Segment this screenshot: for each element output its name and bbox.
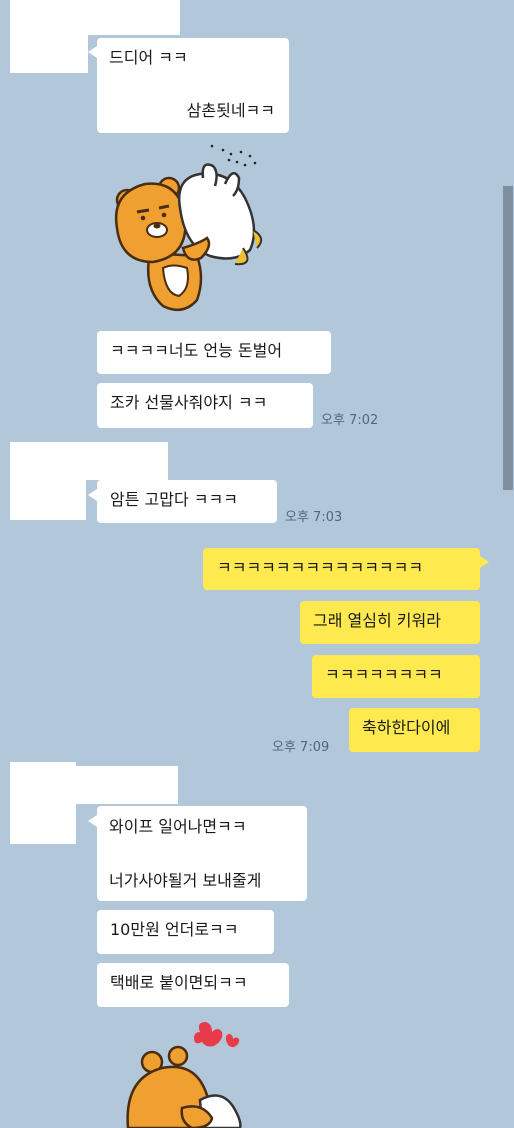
- profile-mask: [86, 442, 168, 480]
- bubble-tail: [88, 46, 97, 58]
- my-message-bubble[interactable]: 축하한다이에: [349, 708, 480, 752]
- profile-mask: [10, 442, 86, 520]
- message-bubble[interactable]: ㅋㅋㅋㅋ너도 언능 돈벌어: [97, 331, 331, 374]
- message-text: ㅋㅋㅋㅋㅋㅋㅋㅋ: [325, 665, 443, 684]
- message-timestamp: 오후 7:09: [272, 740, 330, 755]
- profile-mask: [10, 30, 88, 73]
- profile-mask: [76, 766, 178, 804]
- message-text: 드디어 ㅋㅋ: [109, 48, 188, 67]
- message-text: 10만원 언더로ㅋㅋ: [110, 920, 239, 939]
- bear-with-hearts-sticker[interactable]: [122, 1018, 262, 1128]
- message-text: 암튼 고맙다 ㅋㅋㅋ: [110, 490, 238, 509]
- bubble-tail: [88, 489, 97, 501]
- message-text: 너가사야될거 보내줄게: [109, 871, 262, 890]
- my-message-bubble[interactable]: ㅋㅋㅋㅋㅋㅋㅋㅋ: [312, 655, 480, 698]
- bubble-tail: [88, 815, 97, 827]
- message-text: 축하한다이에: [362, 718, 451, 737]
- message-bubble[interactable]: 조카 선물사줘야지 ㅋㅋ: [97, 383, 313, 428]
- message-text: 조카 선물사줘야지 ㅋㅋ: [110, 393, 268, 412]
- message-text: ㅋㅋㅋㅋㅋㅋㅋㅋㅋㅋㅋㅋㅋㅋ: [217, 558, 424, 577]
- message-text: ㅋㅋㅋㅋ너도 언능 돈벌어: [110, 341, 283, 360]
- message-text: 와이프 일어나면ㅋㅋ: [109, 817, 247, 836]
- bear-hugging-bunny-sticker[interactable]: [105, 138, 270, 318]
- message-bubble[interactable]: 10만원 언더로ㅋㅋ: [97, 910, 274, 954]
- message-bubble[interactable]: 와이프 일어나면ㅋㅋ 너가사야될거 보내줄게: [97, 806, 307, 901]
- message-text: 삼촌됫네ㅋㅋ: [186, 101, 275, 120]
- profile-mask: [10, 762, 76, 844]
- message-text: 택배로 붙이면되ㅋㅋ: [110, 973, 248, 992]
- message-bubble[interactable]: 드디어 ㅋㅋ 삼촌됫네ㅋㅋ: [97, 38, 289, 133]
- chat-room: 드디어 ㅋㅋ 삼촌됫네ㅋㅋ ㅋㅋㅋㅋ너도 언능 돈벌어 조카 선물사줘야지 ㅋㅋ…: [0, 0, 514, 1128]
- bubble-tail: [480, 556, 489, 568]
- message-text: 그래 열심히 키워라: [313, 611, 441, 630]
- scrollbar-thumb[interactable]: [503, 186, 513, 490]
- my-message-bubble[interactable]: ㅋㅋㅋㅋㅋㅋㅋㅋㅋㅋㅋㅋㅋㅋ: [203, 548, 480, 590]
- message-bubble[interactable]: 택배로 붙이면되ㅋㅋ: [97, 963, 289, 1007]
- message-bubble[interactable]: 암튼 고맙다 ㅋㅋㅋ: [97, 480, 277, 523]
- message-timestamp: 오후 7:03: [285, 510, 343, 525]
- my-message-bubble[interactable]: 그래 열심히 키워라: [300, 601, 480, 644]
- message-timestamp: 오후 7:02: [321, 413, 379, 428]
